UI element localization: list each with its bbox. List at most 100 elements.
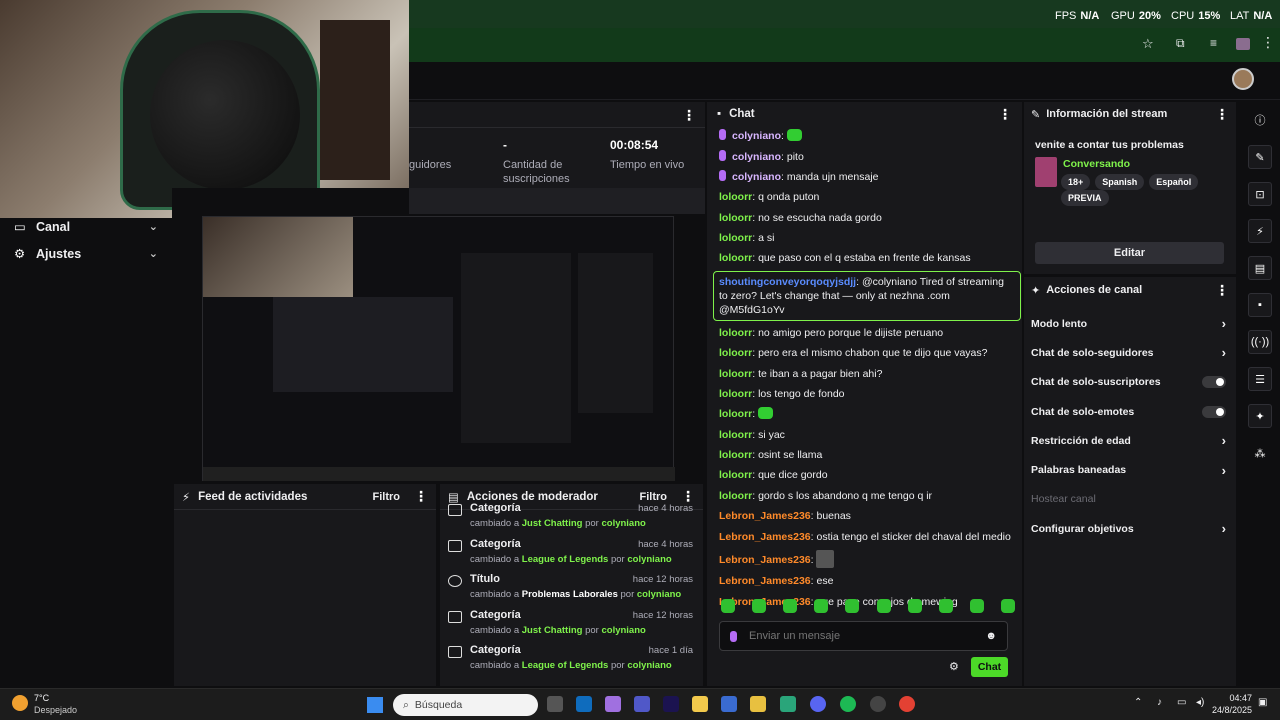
chat-message[interactable]: loloorr: que dice gordo xyxy=(719,465,1015,485)
taskbar-search[interactable]: ⌕ Búsqueda xyxy=(393,694,538,716)
channel-action-item[interactable]: Chat de solo-suscriptores xyxy=(1024,368,1236,397)
chat-username[interactable]: loloorr xyxy=(719,232,752,244)
chat-message[interactable]: loloorr: los tengo de fondo xyxy=(719,384,1015,404)
chat-username[interactable]: loloorr xyxy=(719,490,752,502)
chat-message[interactable]: loloorr: q onda puton xyxy=(719,187,1015,207)
chevron-up-icon[interactable]: ⌃ xyxy=(1134,697,1142,708)
chat-message[interactable]: loloorr: te iban a a pagar bien ahi? xyxy=(719,363,1015,383)
chat-message[interactable]: loloorr: no amigo pero porque le dijiste… xyxy=(719,323,1015,343)
emote-icon[interactable] xyxy=(814,599,829,613)
chat-message[interactable]: loloorr: pero era el mismo chabon que te… xyxy=(719,343,1015,363)
chat-username[interactable]: loloorr xyxy=(719,252,752,264)
kebab-icon[interactable]: ⋮ xyxy=(414,488,428,505)
chat-username[interactable]: shoutingconveyorqoqyjsdjj xyxy=(719,276,856,288)
outlook-icon[interactable] xyxy=(576,696,592,712)
chat-username[interactable]: loloorr xyxy=(719,469,752,481)
chat-message[interactable]: loloorr: osint se llama xyxy=(719,445,1015,465)
notification-icon[interactable]: ▣ xyxy=(1258,697,1267,708)
extensions-icon[interactable]: ⧉ xyxy=(1176,36,1185,51)
emote-icon[interactable] xyxy=(845,599,860,613)
chrome-icon[interactable] xyxy=(899,696,915,712)
teams-icon[interactable] xyxy=(634,696,650,712)
channel-action-item[interactable]: Restricción de edad › xyxy=(1024,426,1236,455)
channel-action-item[interactable]: Chat de solo-seguidores › xyxy=(1024,338,1236,367)
chat-username[interactable]: loloorr xyxy=(719,449,752,461)
list-item[interactable]: Categoría hace 1 día cambiado a League o… xyxy=(440,640,703,676)
emote-icon[interactable] xyxy=(969,599,984,613)
discord-icon[interactable] xyxy=(810,696,826,712)
chat-message[interactable]: colyniano: pito xyxy=(719,146,1015,166)
chat-username[interactable]: loloorr xyxy=(719,327,752,339)
chat-username[interactable]: colyniano xyxy=(732,171,781,183)
chat-username[interactable]: loloorr xyxy=(719,191,752,203)
chat-message[interactable]: loloorr: gordo s los abandono q me tengo… xyxy=(719,486,1015,506)
gear-icon[interactable]: ⚙ xyxy=(949,660,959,673)
lightning-icon[interactable]: ⚡ xyxy=(1248,219,1272,243)
preview-screen[interactable] xyxy=(202,216,675,481)
list-item[interactable]: Categoría hace 4 horas cambiado a Just C… xyxy=(440,498,703,534)
chat-send-button[interactable]: Chat xyxy=(971,657,1008,677)
emoji-icon[interactable]: ☻ xyxy=(985,630,997,642)
emote-icon[interactable] xyxy=(783,599,798,613)
chat-message[interactable]: loloorr: xyxy=(719,404,1015,424)
channel-action-item[interactable]: Chat de solo-emotes xyxy=(1024,397,1236,426)
file-explorer-icon[interactable] xyxy=(692,696,708,712)
emote-icon[interactable] xyxy=(1000,599,1015,613)
chat-username[interactable]: colyniano xyxy=(732,151,781,163)
obs-icon[interactable] xyxy=(870,696,886,712)
chat-message[interactable]: Lebron_James236: buenas xyxy=(719,506,1015,526)
share-icon[interactable]: ⁂ xyxy=(1248,441,1272,465)
task-view-icon[interactable] xyxy=(547,696,563,712)
chat-message[interactable]: colyniano: xyxy=(719,126,1015,146)
chat-message[interactable]: loloorr: a si xyxy=(719,228,1015,248)
kebab-icon[interactable]: ⋮ xyxy=(682,107,696,124)
channel-action-item[interactable]: Modo lento › xyxy=(1024,309,1236,338)
channel-action-item[interactable]: Palabras baneadas › xyxy=(1024,455,1236,484)
clipboard-icon[interactable]: ▤ xyxy=(1248,256,1272,280)
list-item[interactable]: Título hace 12 horas cambiado a Problema… xyxy=(440,569,703,605)
chat-message[interactable]: shoutingconveyorqoqyjsdjj: @colyniano Ti… xyxy=(713,270,1021,321)
chat-message[interactable]: colyniano: manda ujn mensaje xyxy=(719,167,1015,187)
chat-username[interactable]: Lebron_James236 xyxy=(719,531,811,543)
scan-icon[interactable]: ⊡ xyxy=(1248,182,1272,206)
chat-message[interactable]: Lebron_James236: ostia tengo el sticker … xyxy=(719,526,1015,546)
chat-username[interactable]: loloorr xyxy=(719,347,752,359)
pencil-icon[interactable]: ✎ xyxy=(1248,145,1272,169)
network-icon[interactable]: ▭ xyxy=(1177,697,1186,708)
star-icon[interactable]: ☆ xyxy=(1142,36,1154,52)
edge-icon[interactable] xyxy=(780,696,796,712)
layout-icon[interactable]: ☰ xyxy=(1248,367,1272,391)
chat-username[interactable]: loloorr xyxy=(719,388,752,400)
volume-icon[interactable]: ◂) xyxy=(1196,697,1204,708)
emote-icon[interactable] xyxy=(938,599,953,613)
kebab-icon[interactable]: ⋮ xyxy=(998,106,1012,123)
chat-username[interactable]: loloorr xyxy=(719,408,752,420)
chat-username[interactable]: colyniano xyxy=(732,130,781,142)
chat-username[interactable]: Lebron_James236 xyxy=(719,554,811,566)
broadcast-icon[interactable]: ((·)) xyxy=(1248,330,1272,354)
mic-icon[interactable]: ♪ xyxy=(1157,697,1162,708)
spotify-icon[interactable] xyxy=(840,696,856,712)
chat-username[interactable]: Lebron_James236 xyxy=(719,510,811,522)
clock-date[interactable]: 24/8/2025 xyxy=(1206,705,1252,715)
emote-icon[interactable] xyxy=(721,599,735,613)
chat-message[interactable]: loloorr: no se escucha nada gordo xyxy=(719,208,1015,228)
avatar[interactable] xyxy=(1232,68,1254,90)
kebab-icon[interactable]: ⋮ xyxy=(1215,282,1229,299)
emote-icon[interactable] xyxy=(907,599,922,613)
profile-icon[interactable] xyxy=(1236,38,1250,50)
emote-icon[interactable] xyxy=(752,599,767,613)
chat-username[interactable]: loloorr xyxy=(719,212,752,224)
chat-username[interactable]: Lebron_James236 xyxy=(719,575,811,587)
list-item[interactable]: Categoría hace 4 horas cambiado a League… xyxy=(440,534,703,570)
store-icon[interactable] xyxy=(721,696,737,712)
info-icon[interactable]: ⓘ xyxy=(1248,108,1272,132)
clock-time[interactable]: 04:47 xyxy=(1216,693,1252,703)
copilot-icon[interactable] xyxy=(605,696,621,712)
chat-username[interactable]: loloorr xyxy=(719,368,752,380)
sidebar-item-ajustes[interactable]: ⚙ Ajustes ⌄ xyxy=(0,240,172,267)
chat-username[interactable]: loloorr xyxy=(719,429,752,441)
list-item[interactable]: Categoría hace 12 horas cambiado a Just … xyxy=(440,605,703,641)
channel-action-item[interactable]: Configurar objetivos › xyxy=(1024,514,1236,543)
playlist-icon[interactable]: ≡ xyxy=(1210,36,1217,50)
